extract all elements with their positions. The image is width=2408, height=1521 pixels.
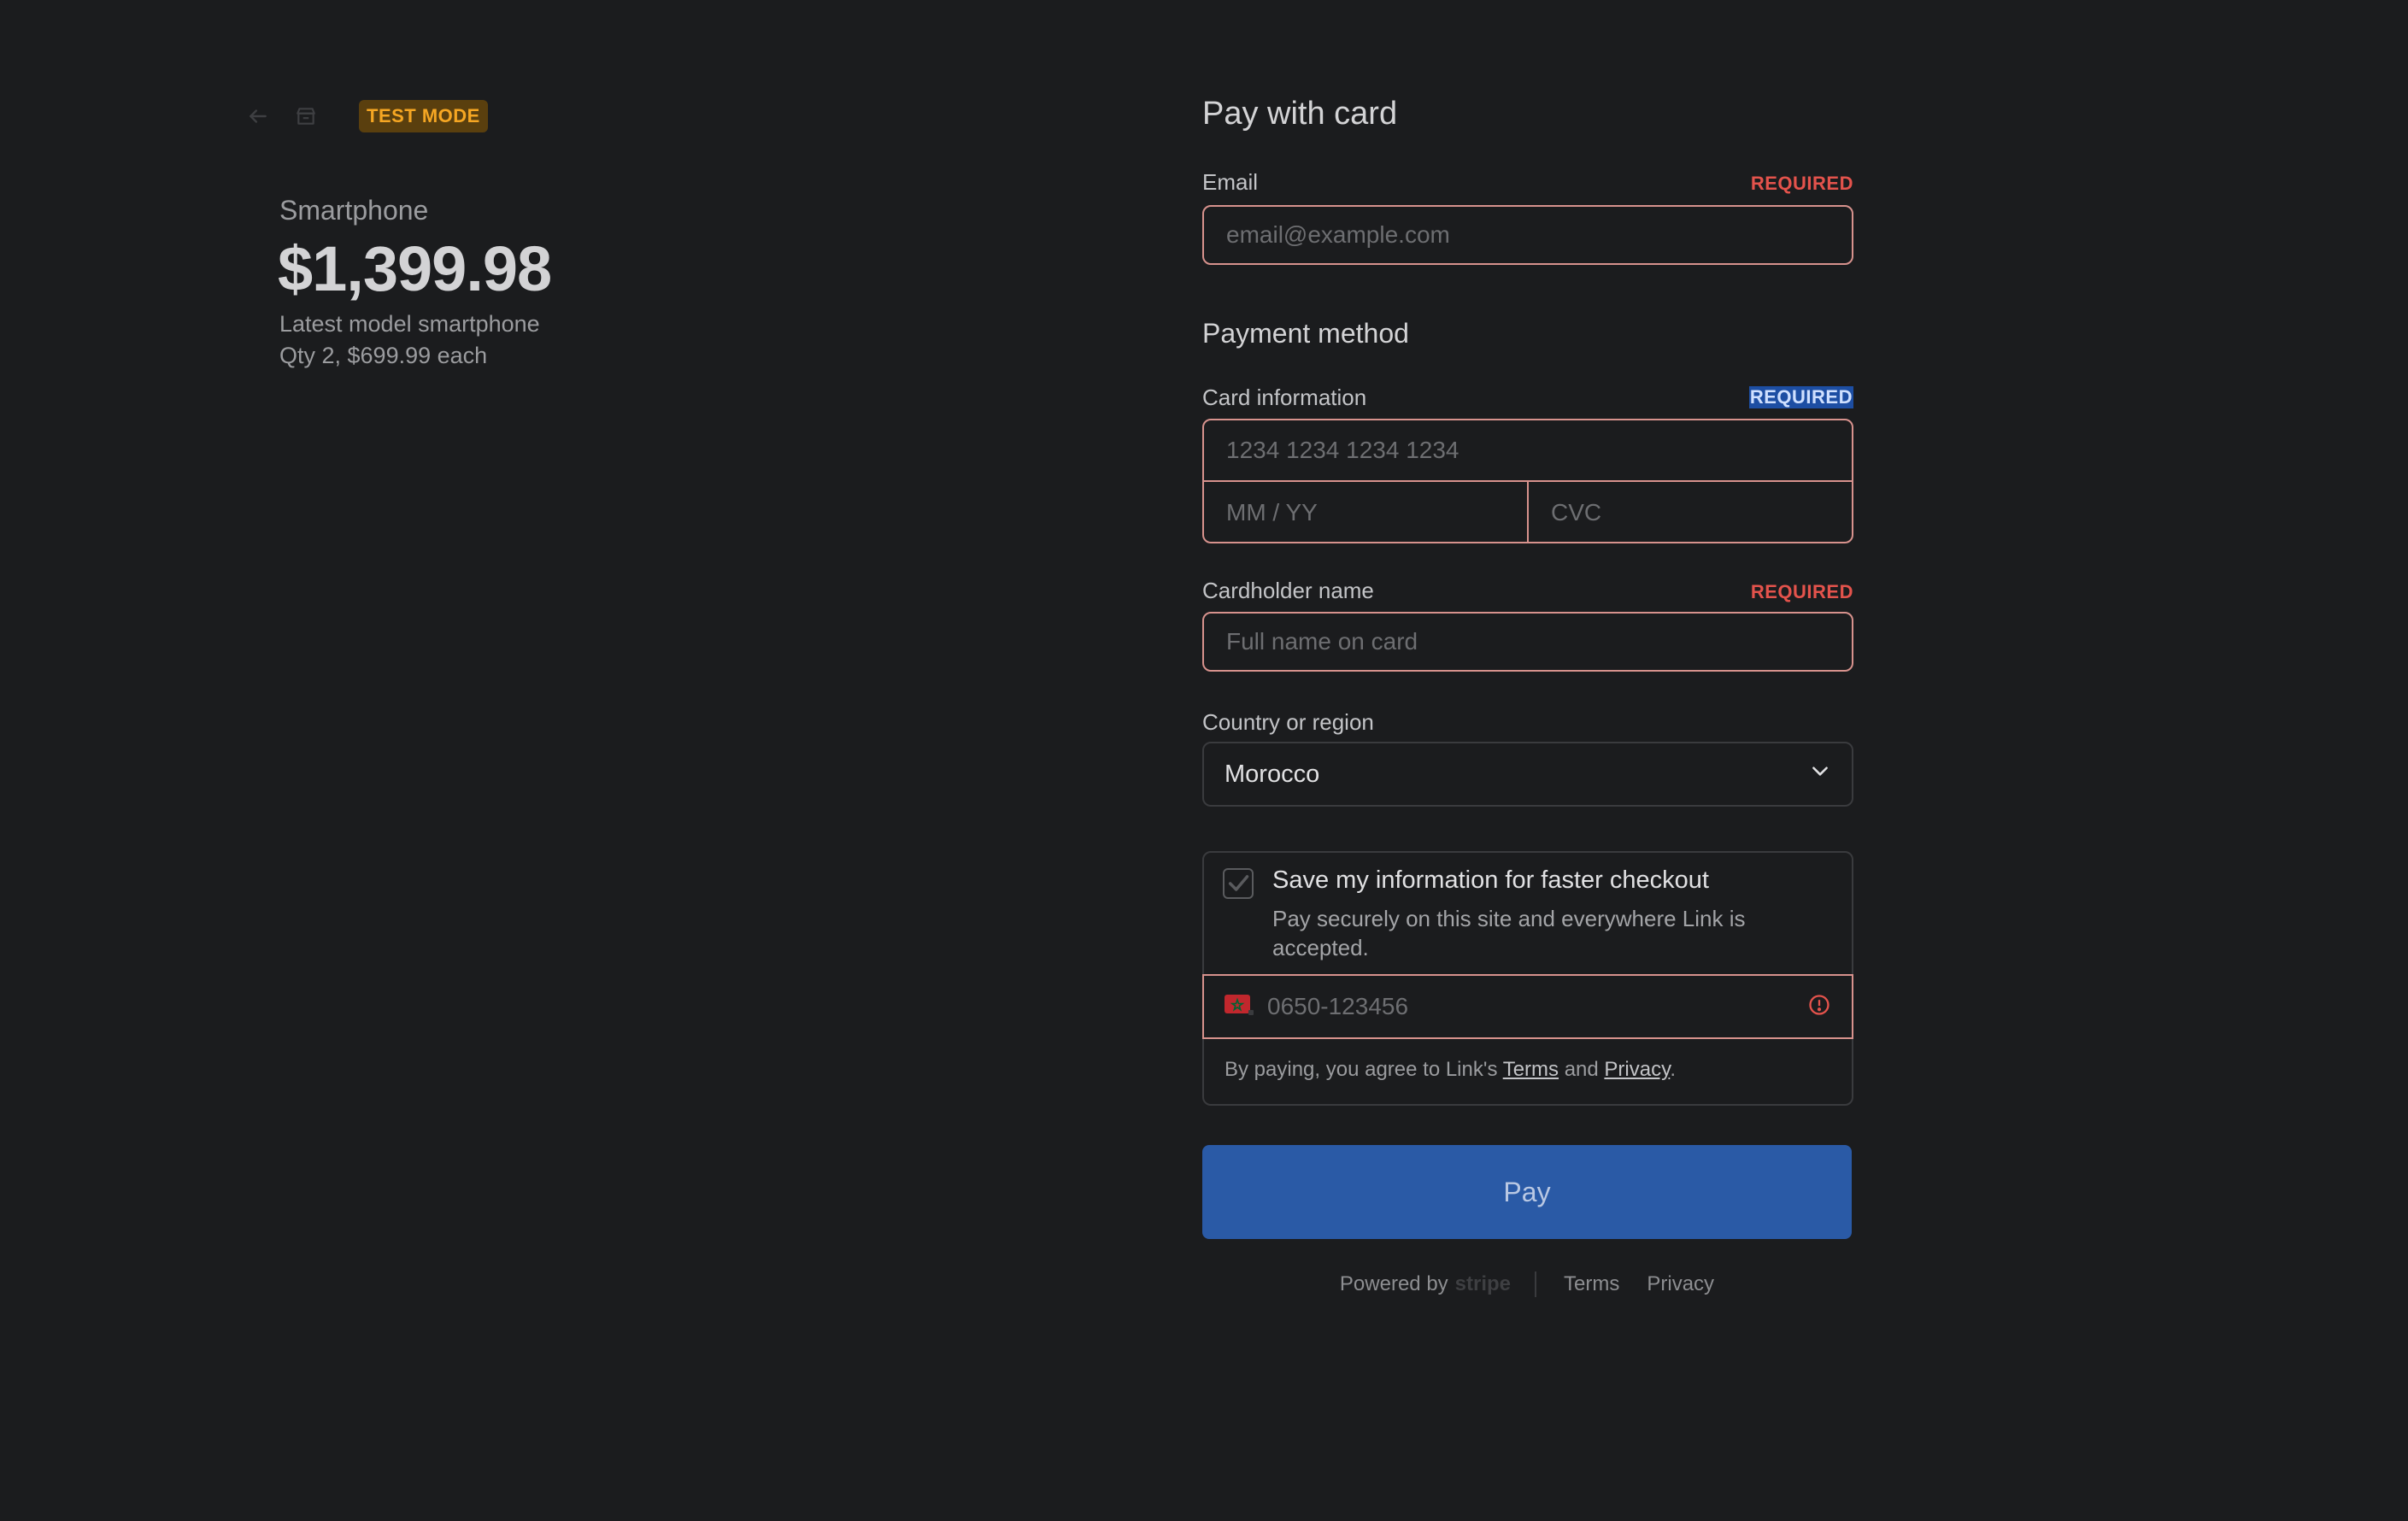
- card-number-field[interactable]: [1204, 420, 1852, 482]
- email-field[interactable]: [1202, 205, 1853, 265]
- product-description: Latest model smartphone: [279, 311, 540, 337]
- store-icon[interactable]: [289, 99, 323, 133]
- cardholder-required-badge: REQUIRED: [1750, 581, 1853, 602]
- country-label: Country or region: [1202, 709, 1374, 735]
- cardholder-input[interactable]: [1225, 627, 1831, 656]
- quantity-line: Qty 2, $699.99 each: [279, 343, 488, 368]
- save-info-description: Pay securely on this site and everywhere…: [1272, 906, 1746, 960]
- save-info-title: Save my information for faster checkout: [1272, 866, 1709, 894]
- card-expiry-field[interactable]: [1204, 482, 1529, 542]
- save-info-checkbox[interactable]: [1223, 868, 1254, 899]
- cardholder-label: Cardholder name: [1202, 578, 1374, 603]
- email-required-badge: REQUIRED: [1750, 173, 1853, 194]
- top-bar: TEST MODE: [241, 99, 488, 133]
- terms-suffix: .: [1670, 1058, 1676, 1081]
- footer-privacy-link[interactable]: Privacy: [1647, 1272, 1714, 1296]
- test-mode-badge: TEST MODE: [359, 100, 488, 132]
- country-select[interactable]: Morocco: [1202, 742, 1853, 807]
- total-price: $1,399.98: [278, 233, 552, 304]
- powered-by-text: Powered by: [1339, 1272, 1448, 1295]
- footer: Powered by stripe Terms Privacy: [1202, 1271, 1852, 1297]
- terms-prefix: By paying, you agree to Link's: [1225, 1058, 1498, 1081]
- country-value: Morocco: [1225, 760, 1320, 788]
- back-arrow-icon[interactable]: [241, 99, 275, 133]
- morocco-flag-icon[interactable]: [1225, 993, 1255, 1021]
- product-name: Smartphone: [279, 195, 429, 226]
- card-cvc-field[interactable]: [1529, 482, 1852, 542]
- email-label: Email: [1202, 169, 1259, 195]
- card-info-group: [1202, 419, 1853, 543]
- email-input[interactable]: [1225, 220, 1831, 250]
- form-title: Pay with card: [1202, 96, 1398, 132]
- chevron-down-icon: [1809, 760, 1831, 789]
- link-terms-text: By paying, you agree to Link's Terms and…: [1225, 1058, 1676, 1082]
- card-cvc-input[interactable]: [1549, 498, 1833, 527]
- card-number-input[interactable]: [1225, 436, 1831, 465]
- footer-divider: [1535, 1271, 1537, 1297]
- footer-terms-link[interactable]: Terms: [1564, 1272, 1619, 1296]
- link-terms-link[interactable]: Terms: [1503, 1058, 1559, 1081]
- card-required-badge: REQUIRED: [1748, 386, 1853, 408]
- cardholder-field[interactable]: [1202, 612, 1853, 672]
- phone-field[interactable]: [1202, 974, 1853, 1039]
- link-privacy-link[interactable]: Privacy: [1604, 1058, 1670, 1081]
- stripe-logo[interactable]: stripe: [1455, 1272, 1511, 1296]
- card-info-label: Card information: [1202, 385, 1367, 410]
- terms-and: and: [1564, 1058, 1599, 1081]
- warning-icon: [1807, 993, 1831, 1021]
- pay-button[interactable]: Pay: [1202, 1145, 1852, 1239]
- phone-input[interactable]: [1266, 992, 1807, 1021]
- link-save-panel: Save my information for faster checkout …: [1202, 851, 1853, 1106]
- card-expiry-input[interactable]: [1225, 498, 1506, 527]
- payment-method-heading: Payment method: [1202, 318, 1409, 349]
